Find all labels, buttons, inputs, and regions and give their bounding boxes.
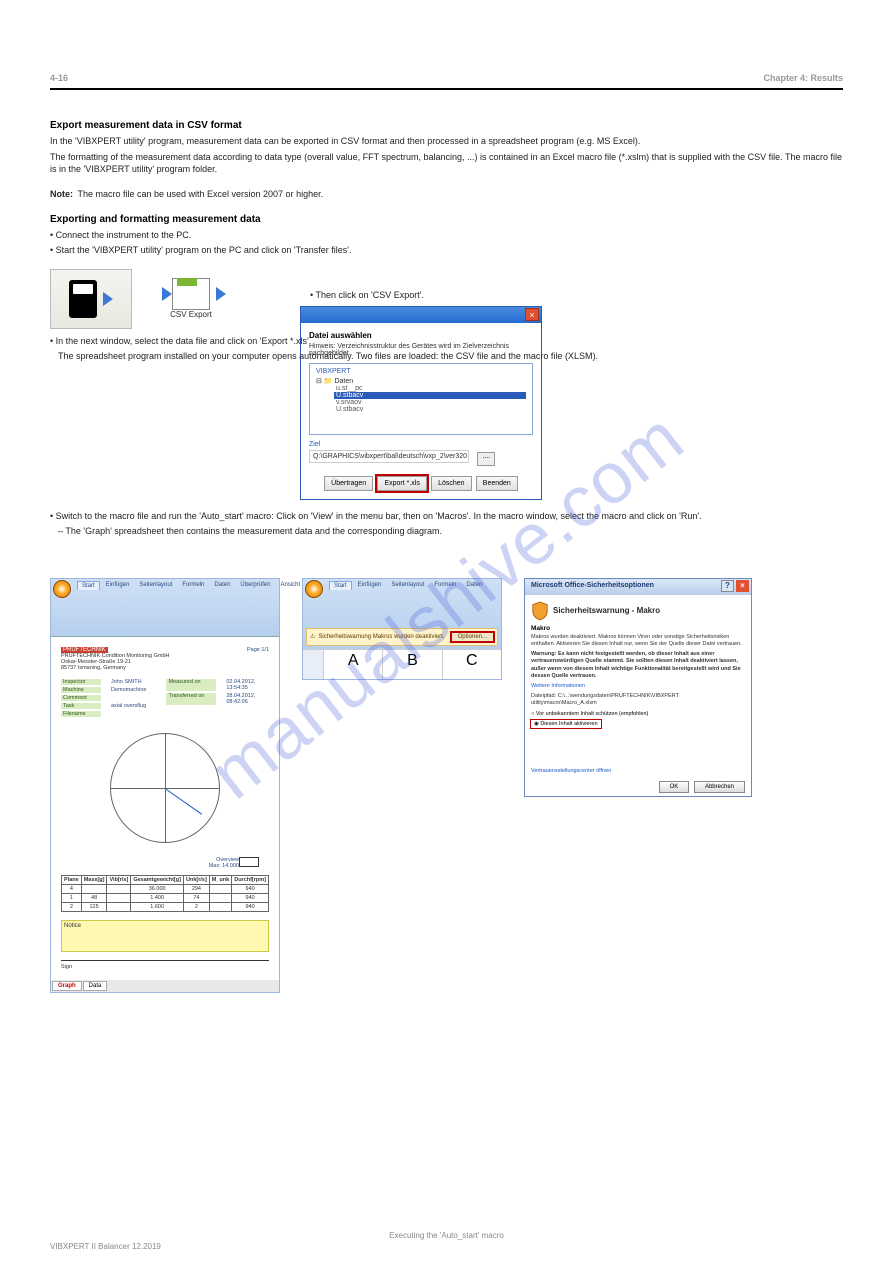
ribbon-tab[interactable]: Seitenlayout: [387, 581, 428, 590]
paragraph: In the 'VIBXPERT utility' program, measu…: [50, 135, 843, 148]
ribbon-tab[interactable]: Daten: [210, 581, 234, 590]
tree-item[interactable]: v.srvaov: [334, 399, 526, 406]
ribbon-tab[interactable]: Seitenlayout: [135, 581, 176, 590]
security-sub: Makro: [531, 625, 745, 632]
paragraph: The formatting of the measurement data a…: [50, 151, 843, 176]
ribbon-tab[interactable]: Überprüfen: [236, 581, 274, 590]
target-label: Ziel: [309, 441, 533, 448]
transfer-button[interactable]: Übertragen: [324, 476, 373, 491]
dialog-titlebar: ×: [301, 307, 541, 323]
note-text: The macro file can be used with Excel ve…: [77, 189, 323, 199]
ribbon-tab[interactable]: Start: [77, 581, 100, 590]
screenshot-row: Start Einfügen Seitenlayout Formeln Date…: [50, 578, 843, 993]
ribbon-tab[interactable]: Einfügen: [102, 581, 134, 590]
page-footer: Executing the 'Auto_start' macro VIBXPER…: [50, 1231, 843, 1251]
polar-chart: [110, 733, 220, 843]
arrow-right-icon: [162, 287, 172, 301]
csv-export-icon: CSV Export: [150, 269, 232, 329]
security-text: Makros wurden deaktiviert. Makros können…: [531, 634, 745, 648]
radio-enable[interactable]: ◉ Diesen Inhalt aktivieren: [531, 720, 601, 728]
header-page-number: 4-16: [50, 73, 68, 83]
step: • Start the 'VIBXPERT utility' program o…: [50, 244, 843, 257]
office-button-icon[interactable]: [53, 580, 71, 598]
dialog-heading: Datei auswählen: [309, 331, 533, 340]
file-icon: [172, 278, 210, 310]
page-indicator: Page 1/1: [247, 647, 269, 671]
security-heading: Sicherheitswarnung - Makro: [531, 601, 745, 621]
step: – The 'Graph' spreadsheet then contains …: [58, 525, 843, 538]
trust-center-link[interactable]: Vertrauensstellungscenter öffnen: [531, 768, 745, 774]
more-info-link[interactable]: Weitere Informationen: [531, 683, 745, 689]
ribbon-tab[interactable]: Start: [329, 581, 352, 590]
overview-max: Max: 14.000: [209, 863, 239, 869]
dialog-titlebar: Microsoft Office-Sicherheitsoptionen × ?: [525, 579, 751, 595]
options-button[interactable]: Optionen...: [451, 632, 494, 642]
tree-root: VIBXPERT: [316, 368, 526, 375]
sheet-tab-data[interactable]: Data: [83, 981, 108, 991]
ok-button[interactable]: OK: [659, 781, 690, 793]
notes-box: Notice: [61, 920, 269, 952]
browse-button[interactable]: ....: [477, 452, 495, 466]
footer-caption: Executing the 'Auto_start' macro: [389, 1231, 504, 1240]
warning-text: Sicherheitswarnung Makros wurden deaktiv…: [318, 634, 444, 640]
tree-item[interactable]: u.st__pc: [334, 385, 526, 392]
file-tree[interactable]: VIBXPERT ⊟ 📁 Daten u.st__pc U.stbacv v.s…: [309, 363, 533, 435]
step: The spreadsheet program installed on you…: [58, 350, 843, 363]
exit-button[interactable]: Beenden: [476, 476, 518, 491]
step: • Connect the instrument to the PC.: [50, 229, 843, 242]
data-table: PlaneMass[g]Vib[r/s] Gesamtgewicht[g]Unk…: [61, 875, 269, 912]
filepath-label: Dateipfad:: [531, 693, 556, 699]
tree-folder[interactable]: ⊟ 📁 Daten: [316, 377, 526, 385]
security-warning: Warnung: Es kann nicht festgestellt werd…: [531, 651, 745, 680]
radio-protect[interactable]: ○ Vor unbekanntem Inhalt schützen (empfo…: [531, 711, 745, 717]
macro-warning-screenshot: Start Einfügen Seitenlayout Formeln Date…: [302, 578, 502, 680]
close-icon[interactable]: ×: [736, 580, 749, 592]
ribbon-tab[interactable]: Einfügen: [354, 581, 386, 590]
section-heading-csv-export: Export measurement data in CSV format: [50, 120, 843, 131]
csv-export-label: CSV Export: [170, 310, 212, 319]
security-options-dialog: Microsoft Office-Sicherheitsoptionen × ?…: [524, 578, 752, 797]
step: • Switch to the macro file and run the '…: [50, 510, 843, 523]
tree-item[interactable]: U.stbacv: [334, 406, 526, 413]
legend-box: [239, 857, 259, 867]
file-select-dialog: × Datei auswählen Hinweis: Verzeichnisst…: [300, 306, 542, 500]
sign-label: Sign: [61, 964, 72, 970]
export-xls-button[interactable]: Export *.xls: [377, 476, 426, 491]
note-label: Note:: [50, 189, 73, 199]
ribbon-tab[interactable]: Ansicht: [276, 581, 304, 590]
ribbon-tab[interactable]: Formeln: [178, 581, 208, 590]
tree-item-selected[interactable]: U.stbacv: [334, 392, 526, 399]
arrow-right-icon: [216, 287, 226, 301]
target-path-input[interactable]: Q:\GRAPHICS\vibxpert\bal\deutsch\vxp_2\v…: [309, 450, 469, 463]
ribbon-tab[interactable]: Daten: [462, 581, 486, 590]
security-warning-bar: ⚠ Sicherheitswarnung Makros wurden deakt…: [306, 628, 498, 646]
ribbon-tab[interactable]: Formeln: [430, 581, 460, 590]
office-button-icon[interactable]: [305, 580, 323, 598]
warning-icon: ⚠: [310, 633, 315, 640]
subsection-heading: Exporting and formatting measurement dat…: [50, 214, 843, 225]
help-icon[interactable]: ?: [721, 580, 734, 592]
transfer-files-icon: [50, 269, 132, 329]
delete-button[interactable]: Löschen: [431, 476, 471, 491]
footer-docref: VIBXPERT II Balancer 12.2019: [50, 1242, 161, 1251]
shield-icon: [531, 601, 549, 621]
close-icon[interactable]: ×: [525, 308, 539, 321]
device-icon: [69, 280, 97, 318]
sheet-tab-graph[interactable]: Graph: [52, 981, 82, 991]
excel-report-screenshot: Start Einfügen Seitenlayout Formeln Date…: [50, 578, 280, 993]
header-chapter: Chapter 4: Results: [763, 73, 843, 83]
excel-ribbon: Start Einfügen Seitenlayout Formeln Date…: [51, 579, 279, 637]
sheet-tabs[interactable]: Graph Data: [51, 980, 279, 992]
page-header: 4-16 Chapter 4: Results: [50, 40, 843, 90]
step: • Then click on 'CSV Export'.: [310, 289, 710, 302]
arrow-right-icon: [103, 292, 113, 306]
vector-line: [165, 788, 202, 815]
cancel-button[interactable]: Abbrechen: [694, 781, 745, 793]
